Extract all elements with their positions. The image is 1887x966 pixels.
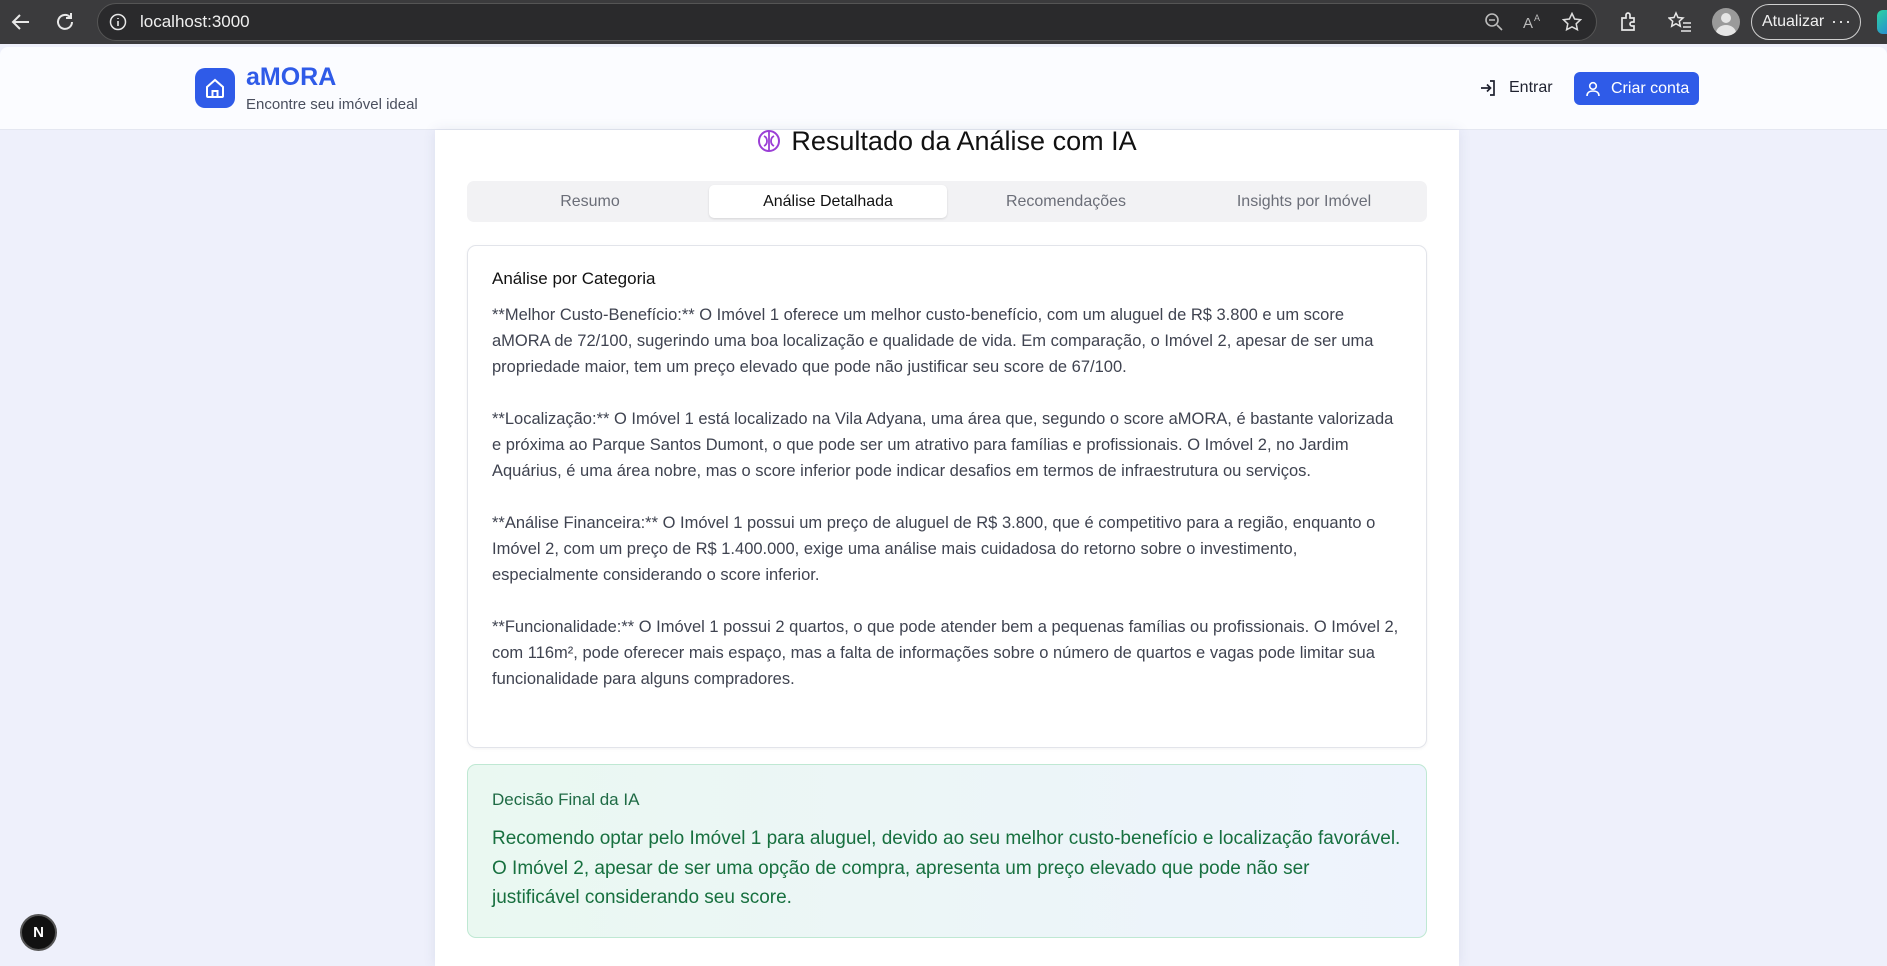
analysis-result-card: Resultado da Análise com IA Resumo Análi… (435, 126, 1459, 966)
address-bar[interactable]: localhost:3000 AA (97, 3, 1597, 41)
analysis-paragraph-cost-benefit: **Melhor Custo-Benefício:** O Imóvel 1 o… (492, 306, 1374, 376)
favorites-list-icon[interactable] (1667, 9, 1693, 35)
login-icon (1481, 80, 1495, 96)
back-arrow-icon[interactable] (8, 9, 34, 35)
result-tabs: Resumo Análise Detalhada Recomendações I… (467, 181, 1427, 222)
read-aloud-icon[interactable]: AA (1522, 12, 1544, 37)
final-decision-panel: Decisão Final da IA Recomendo optar pelo… (467, 764, 1427, 938)
home-logo-icon[interactable] (195, 68, 235, 108)
update-label: Atualizar (1762, 13, 1825, 30)
extensions-puzzle-icon[interactable] (1616, 9, 1642, 35)
update-button[interactable]: Atualizar ··· (1751, 4, 1861, 40)
app-header: aMORA Encontre seu imóvel ideal Entrar C… (0, 47, 1887, 130)
signup-button[interactable]: Criar conta (1574, 72, 1699, 105)
tab-insights-por-imovel[interactable]: Insights por Imóvel (1185, 185, 1423, 218)
brand-tagline: Encontre seu imóvel ideal (246, 96, 418, 113)
svg-text:A: A (1523, 15, 1533, 32)
nextjs-dev-badge[interactable]: N (20, 914, 57, 951)
signup-label: Criar conta (1611, 79, 1690, 97)
svg-text:A: A (1534, 13, 1540, 23)
tab-analise-detalhada[interactable]: Análise Detalhada (709, 185, 947, 218)
category-analysis-heading: Análise por Categoria (492, 269, 656, 288)
favorite-star-icon[interactable] (1561, 11, 1583, 37)
analysis-paragraph-location: **Localização:** O Imóvel 1 está localiz… (492, 410, 1394, 480)
final-decision-heading: Decisão Final da IA (492, 790, 640, 809)
result-title: Resultado da Análise com IA (791, 125, 1137, 156)
tab-resumo[interactable]: Resumo (471, 185, 709, 218)
result-header: Resultado da Análise com IA (435, 126, 1459, 156)
brand-name[interactable]: aMORA (246, 63, 336, 92)
profile-avatar[interactable] (1712, 8, 1740, 36)
tab-recomendacoes[interactable]: Recomendações (947, 185, 1185, 218)
reload-icon[interactable] (52, 9, 78, 35)
url-text[interactable]: localhost:3000 (140, 12, 250, 32)
more-menu-icon[interactable]: ··· (1831, 11, 1852, 32)
final-decision-text: Recomendo optar pelo Imóvel 1 para alugu… (492, 828, 1401, 908)
zoom-icon[interactable] (1484, 12, 1504, 37)
browser-toolbar: localhost:3000 AA Atualizar ··· (0, 0, 1887, 44)
category-analysis-panel: Análise por Categoria **Melhor Custo-Ben… (467, 245, 1427, 748)
brain-icon (758, 130, 781, 152)
copilot-icon[interactable] (1877, 10, 1887, 34)
login-button[interactable]: Entrar (1479, 73, 1553, 103)
analysis-paragraph-financial: **Análise Financeira:** O Imóvel 1 possu… (492, 514, 1376, 584)
site-info-icon[interactable] (108, 12, 128, 32)
user-icon (1586, 81, 1600, 96)
login-label: Entrar (1509, 79, 1553, 96)
analysis-paragraph-functionality: **Funcionalidade:** O Imóvel 1 possui 2 … (492, 618, 1399, 688)
